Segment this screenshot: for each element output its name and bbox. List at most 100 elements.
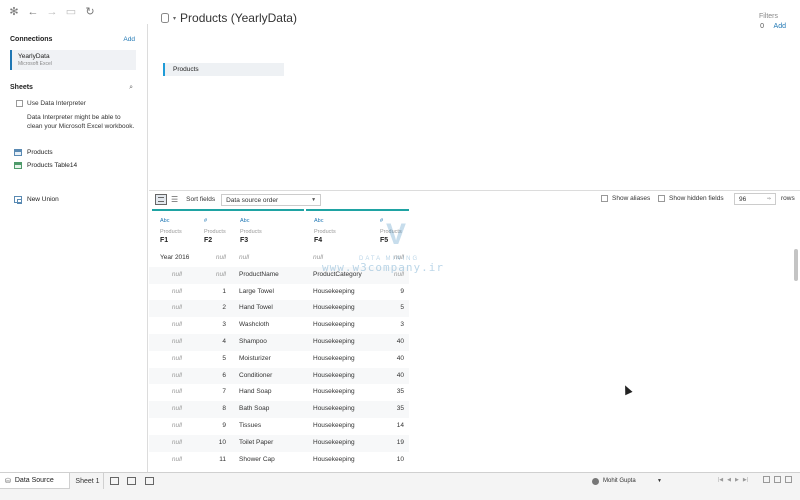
cell-f1: null <box>171 388 182 396</box>
new-worksheet-icon[interactable] <box>110 477 119 485</box>
cell-f3: ProductName <box>239 270 279 278</box>
watermark-logo: V <box>385 218 406 251</box>
named-range-icon <box>14 162 22 169</box>
table-row: null 2 Hand Towel Housekeeping 5 <box>149 300 409 318</box>
string-type-icon: Abc <box>314 218 324 224</box>
cell-f2: 7 <box>222 388 226 396</box>
save-icon[interactable]: ▭ <box>65 6 77 18</box>
cell-f5: 35 <box>396 388 404 396</box>
show-sheet-sorter-icon[interactable] <box>774 476 781 483</box>
cell-f2: 10 <box>218 438 226 446</box>
back-arrow-icon[interactable]: ← <box>27 6 39 18</box>
cell-f4: Housekeeping <box>313 405 355 413</box>
sort-fields-label: Sort fields <box>186 196 216 203</box>
first-sheet-icon[interactable]: |◀ <box>718 477 723 483</box>
filters-count: 0 <box>760 23 764 30</box>
add-connection-link[interactable]: Add <box>123 36 135 43</box>
show-aliases-checkbox[interactable] <box>601 195 608 202</box>
join-canvas: ▾ Products (YearlyData) Filters 0 Add Pr… <box>149 0 800 190</box>
column-name: F4 <box>314 237 323 244</box>
sheet-navigation: |◀ ◀ ▶ ▶| <box>718 477 748 483</box>
tableau-logo-icon[interactable]: ✻ <box>8 6 20 18</box>
cell-f3: Large Towel <box>239 287 274 295</box>
cell-f5: 40 <box>396 338 404 345</box>
chevron-down-icon: ▼ <box>311 196 317 203</box>
new-union-label: New Union <box>27 196 59 203</box>
last-sheet-icon[interactable]: ▶| <box>743 477 748 483</box>
show-filmstrip-icon[interactable] <box>763 476 770 483</box>
grid-toolbar: ☰ Sort fields Data source order ▼ Show a… <box>149 190 800 208</box>
user-icon <box>592 477 599 485</box>
cell-f4: Housekeeping <box>313 304 355 312</box>
connections-heading: Connections <box>10 36 53 43</box>
cell-f2: 5 <box>222 354 226 362</box>
cell-f4: Housekeeping <box>313 455 355 463</box>
chevron-down-icon: ▾ <box>173 15 177 22</box>
tab-data-source-label: Data Source <box>14 477 54 484</box>
cell-f4: Housekeeping <box>313 287 355 295</box>
cell-f5: 19 <box>396 438 404 446</box>
cell-f2: 4 <box>222 338 226 345</box>
table-row: null 11 Shower Cap Housekeeping 10 <box>149 452 409 469</box>
new-story-icon[interactable] <box>145 477 154 485</box>
sheet-item-label: Products Table14 <box>27 162 78 169</box>
cell-f2: 9 <box>222 422 226 429</box>
data-source-title[interactable]: ▾ Products (YearlyData) <box>161 11 297 25</box>
cell-f5: 9 <box>400 287 404 295</box>
search-icon[interactable]: ⌕ <box>129 84 133 92</box>
next-sheet-icon[interactable]: ▶ <box>735 477 739 483</box>
cell-f1: null <box>171 338 182 345</box>
top-toolbar: ✻ ← → ▭ ↻ <box>0 0 148 24</box>
new-dashboard-icon[interactable] <box>127 477 136 485</box>
union-icon <box>14 196 22 204</box>
new-union-item[interactable]: New Union <box>14 196 59 204</box>
table-row: null 5 Moisturizer Housekeeping 40 <box>149 351 409 368</box>
canvas-table-products[interactable]: Products <box>163 63 284 76</box>
column-header[interactable]: Abc Products F1 <box>152 209 196 249</box>
tab-data-source[interactable]: ⛁ Data Source <box>0 473 70 489</box>
cell-f1: null <box>171 321 182 329</box>
vertical-scrollbar[interactable] <box>794 249 798 281</box>
data-interpreter-description: Data Interpreter might be able to clean … <box>27 114 135 130</box>
tab-sheet-1[interactable]: Sheet 1 <box>72 473 104 489</box>
connection-item[interactable]: YearlyData Microsoft Excel <box>10 50 136 70</box>
prev-sheet-icon[interactable]: ◀ <box>727 477 731 483</box>
list-view-icon[interactable]: ☰ <box>171 195 178 204</box>
forward-arrow-icon[interactable]: → <box>46 6 58 18</box>
cell-f1: null <box>171 405 182 413</box>
cell-f4: Housekeeping <box>313 422 355 429</box>
cell-f1: null <box>171 304 182 312</box>
column-header[interactable]: # Products F2 <box>196 209 232 249</box>
show-aliases-option[interactable]: Show aliases <box>601 195 650 202</box>
show-tabs-icon[interactable] <box>785 476 792 483</box>
cell-f3: Shampoo <box>239 338 267 345</box>
rows-input[interactable]: 96 ⇒ <box>734 193 776 205</box>
cell-f1: null <box>171 270 182 278</box>
number-type-icon: # <box>204 218 208 224</box>
cell-f5: 40 <box>396 354 404 362</box>
cell-f1: null <box>171 438 182 446</box>
data-interpreter-option[interactable]: Use Data Interpreter <box>16 100 86 107</box>
data-source-name[interactable]: Products (YearlyData) <box>180 11 297 25</box>
show-hidden-fields-option[interactable]: Show hidden fields <box>658 195 724 202</box>
filters-add-link[interactable]: Add <box>774 23 786 30</box>
sheet-item-products[interactable]: Products <box>14 149 53 156</box>
sheet-icon <box>14 149 22 156</box>
column-header[interactable]: Abc Products F3 <box>232 209 304 249</box>
column-source: Products <box>314 229 336 235</box>
string-type-icon: Abc <box>160 218 170 224</box>
refresh-icon[interactable]: ↻ <box>84 6 96 18</box>
user-menu[interactable]: Mohit Gupta ▼ <box>592 475 662 487</box>
cell-f2: null <box>215 254 226 261</box>
data-interpreter-checkbox[interactable] <box>16 100 23 107</box>
cell-f1: null <box>171 287 182 295</box>
column-name: F1 <box>160 237 169 244</box>
column-source: Products <box>240 229 262 235</box>
column-header[interactable]: Abc Products F4 <box>306 209 372 249</box>
show-hidden-fields-checkbox[interactable] <box>658 195 665 202</box>
cell-f3: Toilet Paper <box>239 438 274 446</box>
sort-fields-select[interactable]: Data source order ▼ <box>221 193 322 206</box>
sheet-item-products-table14[interactable]: Products Table14 <box>14 162 77 169</box>
cell-f4: Housekeeping <box>313 371 355 379</box>
grid-view-button[interactable] <box>155 194 167 205</box>
